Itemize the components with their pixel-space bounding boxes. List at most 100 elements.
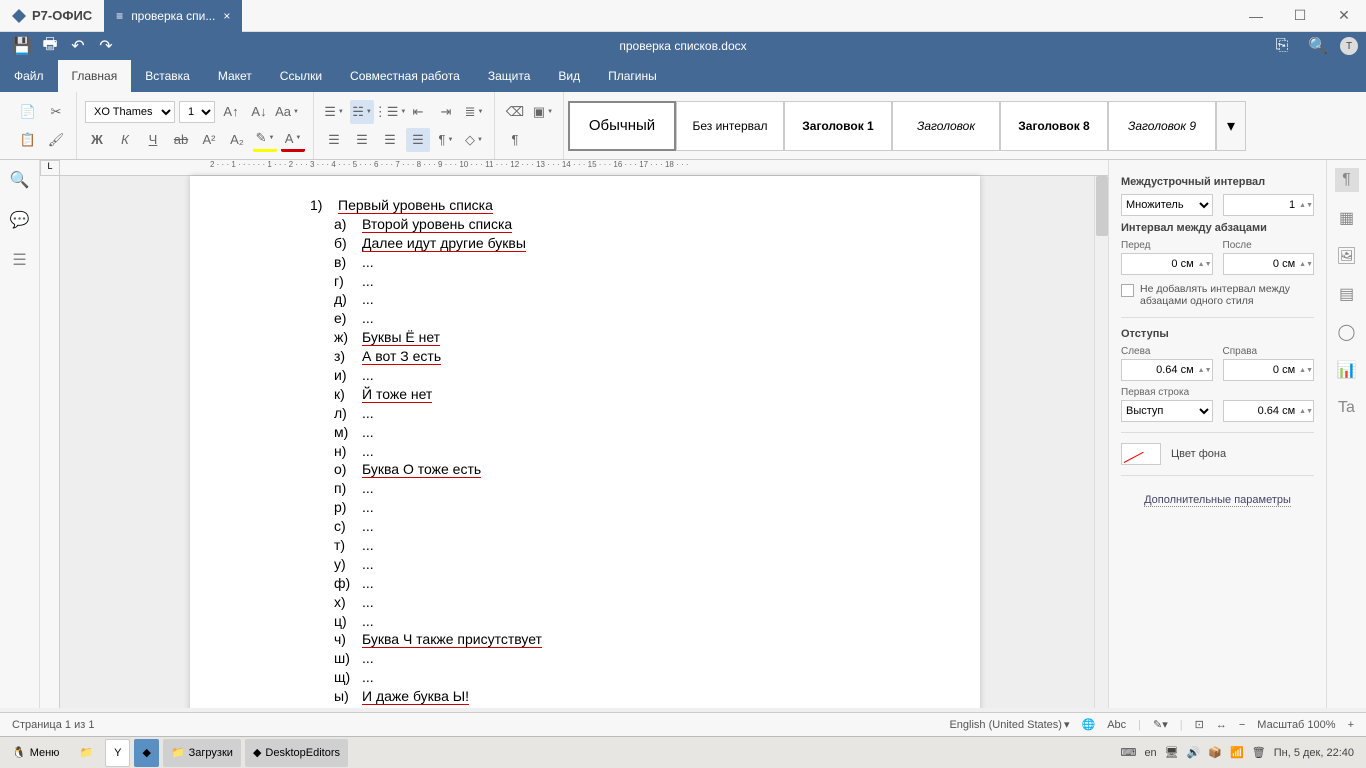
bg-color-button[interactable] [1121,443,1161,465]
shape-settings-icon[interactable]: ◯ [1335,320,1359,344]
style-3[interactable]: Заголовок [892,101,1000,151]
advanced-settings-link[interactable]: Дополнительные параметры [1144,494,1291,507]
table-settings-icon[interactable]: ▦ [1335,206,1359,230]
bold-icon[interactable]: Ж [85,128,109,152]
indent-right[interactable]: ▲▼ [1223,359,1315,381]
document-tab[interactable]: ≡ проверка спи... × [104,0,242,32]
paste-icon[interactable]: 📋 [16,128,40,152]
shading-icon[interactable]: ◇ [462,128,486,152]
italic-icon[interactable]: К [113,128,137,152]
style-4[interactable]: Заголовок 8 [1000,101,1108,151]
line-spacing-value[interactable]: ▲▼ [1223,194,1315,216]
paragraph-mark-icon[interactable]: ¶ [434,128,458,152]
start-menu-button[interactable]: 🐧 Меню [4,739,67,767]
comments-icon[interactable]: 💬 [8,208,32,232]
decrease-indent-icon[interactable]: ⇤ [406,100,430,124]
align-center-icon[interactable]: ☰ [350,128,374,152]
align-right-icon[interactable]: ☰ [378,128,402,152]
style-1[interactable]: Без интервал [676,101,784,151]
find-icon[interactable]: 🔍 [8,168,32,192]
headings-icon[interactable]: ☰ [8,248,32,272]
search-icon[interactable]: 🔍 [1304,32,1332,60]
align-left-icon[interactable]: ☰ [322,128,346,152]
change-case-icon[interactable]: Aa [275,100,299,124]
numbering-icon[interactable]: ☵ [350,100,374,124]
textart-settings-icon[interactable]: Ta [1335,396,1359,420]
checkbox-icon[interactable] [1121,284,1134,297]
menu-совместная работа[interactable]: Совместная работа [336,60,474,92]
font-name-select[interactable]: XO Thames [85,101,175,123]
undo-icon[interactable]: ↶ [64,32,92,60]
network-icon[interactable]: 📶 [1230,746,1244,759]
close-tab-icon[interactable]: × [223,9,230,23]
spacing-before[interactable]: ▲▼ [1121,253,1213,275]
user-avatar[interactable]: Т [1340,37,1358,55]
subscript-icon[interactable]: A₂ [225,128,249,152]
bullets-icon[interactable]: ☰ [322,100,346,124]
multilevel-icon[interactable]: ⋮☰ [378,100,402,124]
scroll-thumb[interactable] [1096,176,1108,236]
r7-taskbar-icon[interactable]: ◆ [134,739,158,767]
files-icon[interactable]: 📁 [71,739,101,767]
menu-главная[interactable]: Главная [58,60,132,92]
updates-icon[interactable]: 📦 [1208,746,1222,759]
downloads-task[interactable]: 📁 Загрузки [163,739,241,767]
display-icon[interactable]: 🖥 [1165,746,1179,759]
tracking-icon[interactable]: Abc [1107,719,1126,731]
minimize-button[interactable]: — [1234,0,1278,32]
save-icon[interactable]: 💾 [8,32,36,60]
image-settings-icon[interactable]: 🖼 [1335,244,1359,268]
clear-format-icon[interactable]: ⌫ [503,100,527,124]
menu-ссылки[interactable]: Ссылки [266,60,336,92]
styles-dropdown[interactable]: ▾ [1216,101,1246,151]
superscript-icon[interactable]: A² [197,128,221,152]
zoom-out-icon[interactable]: − [1239,719,1245,731]
zoom-in-icon[interactable]: + [1348,719,1354,731]
spacing-after[interactable]: ▲▼ [1223,253,1315,275]
style-2[interactable]: Заголовок 1 [784,101,892,151]
paragraph-settings-icon[interactable]: ¶ [1335,168,1359,192]
vertical-scrollbar[interactable] [1094,176,1108,708]
indent-left[interactable]: ▲▼ [1121,359,1213,381]
menu-плагины[interactable]: Плагины [594,60,671,92]
chart-settings-icon[interactable]: 📊 [1335,358,1359,382]
font-size-select[interactable]: 12 [179,101,215,123]
volume-icon[interactable]: 🔊 [1187,746,1201,759]
menu-защита[interactable]: Защита [474,60,545,92]
browser-icon[interactable]: Y [105,739,130,767]
increase-indent-icon[interactable]: ⇥ [434,100,458,124]
spellcheck-icon[interactable]: 🌐 [1082,718,1096,731]
horizontal-ruler[interactable]: 2 · · · 1 · · · · · · 1 · · · 2 · · · 3 … [60,160,1108,176]
close-button[interactable]: ✕ [1322,0,1366,32]
cut-icon[interactable]: ✂ [44,100,68,124]
menu-макет[interactable]: Макет [204,60,266,92]
vertical-ruler[interactable] [40,176,60,708]
strike-icon[interactable]: ab [169,128,193,152]
keyboard-icon[interactable]: ⌨ [1121,746,1137,759]
no-space-same-style[interactable]: Не добавлять интервал между абзацами одн… [1121,283,1314,307]
style-0[interactable]: Обычный [568,101,676,151]
fit-width-icon[interactable]: ↔ [1216,719,1227,731]
editors-task[interactable]: ◆ DesktopEditors [245,739,348,767]
print-icon[interactable]: 🖶 [36,32,64,60]
track-changes-icon[interactable]: ✎▾ [1153,718,1168,731]
align-justify-icon[interactable]: ☰ [406,128,430,152]
menu-вставка[interactable]: Вставка [131,60,204,92]
increase-font-icon[interactable]: A↑ [219,100,243,124]
fit-page-icon[interactable]: ⊡ [1195,718,1204,731]
line-spacing-type[interactable]: Множитель [1121,194,1213,216]
underline-icon[interactable]: Ч [141,128,165,152]
highlight-icon[interactable]: ✎ [253,128,277,152]
clock[interactable]: Пн, 5 дек, 22:40 [1274,747,1354,759]
document-page[interactable]: 1) Первый уровень списка а)Второй уровен… [190,176,980,708]
nonprinting-icon[interactable]: ¶ [503,128,527,152]
header-footer-icon[interactable]: ▤ [1335,282,1359,306]
style-5[interactable]: Заголовок 9 [1108,101,1216,151]
fill-color-icon[interactable]: ▣ [531,100,555,124]
copy-icon[interactable]: 📄 [16,100,40,124]
font-color-icon[interactable]: A [281,128,305,152]
menu-вид[interactable]: Вид [544,60,594,92]
first-line-value[interactable]: ▲▼ [1223,400,1315,422]
zoom-label[interactable]: Масштаб 100% [1257,719,1335,731]
trash-icon[interactable]: 🗑 [1252,746,1266,759]
